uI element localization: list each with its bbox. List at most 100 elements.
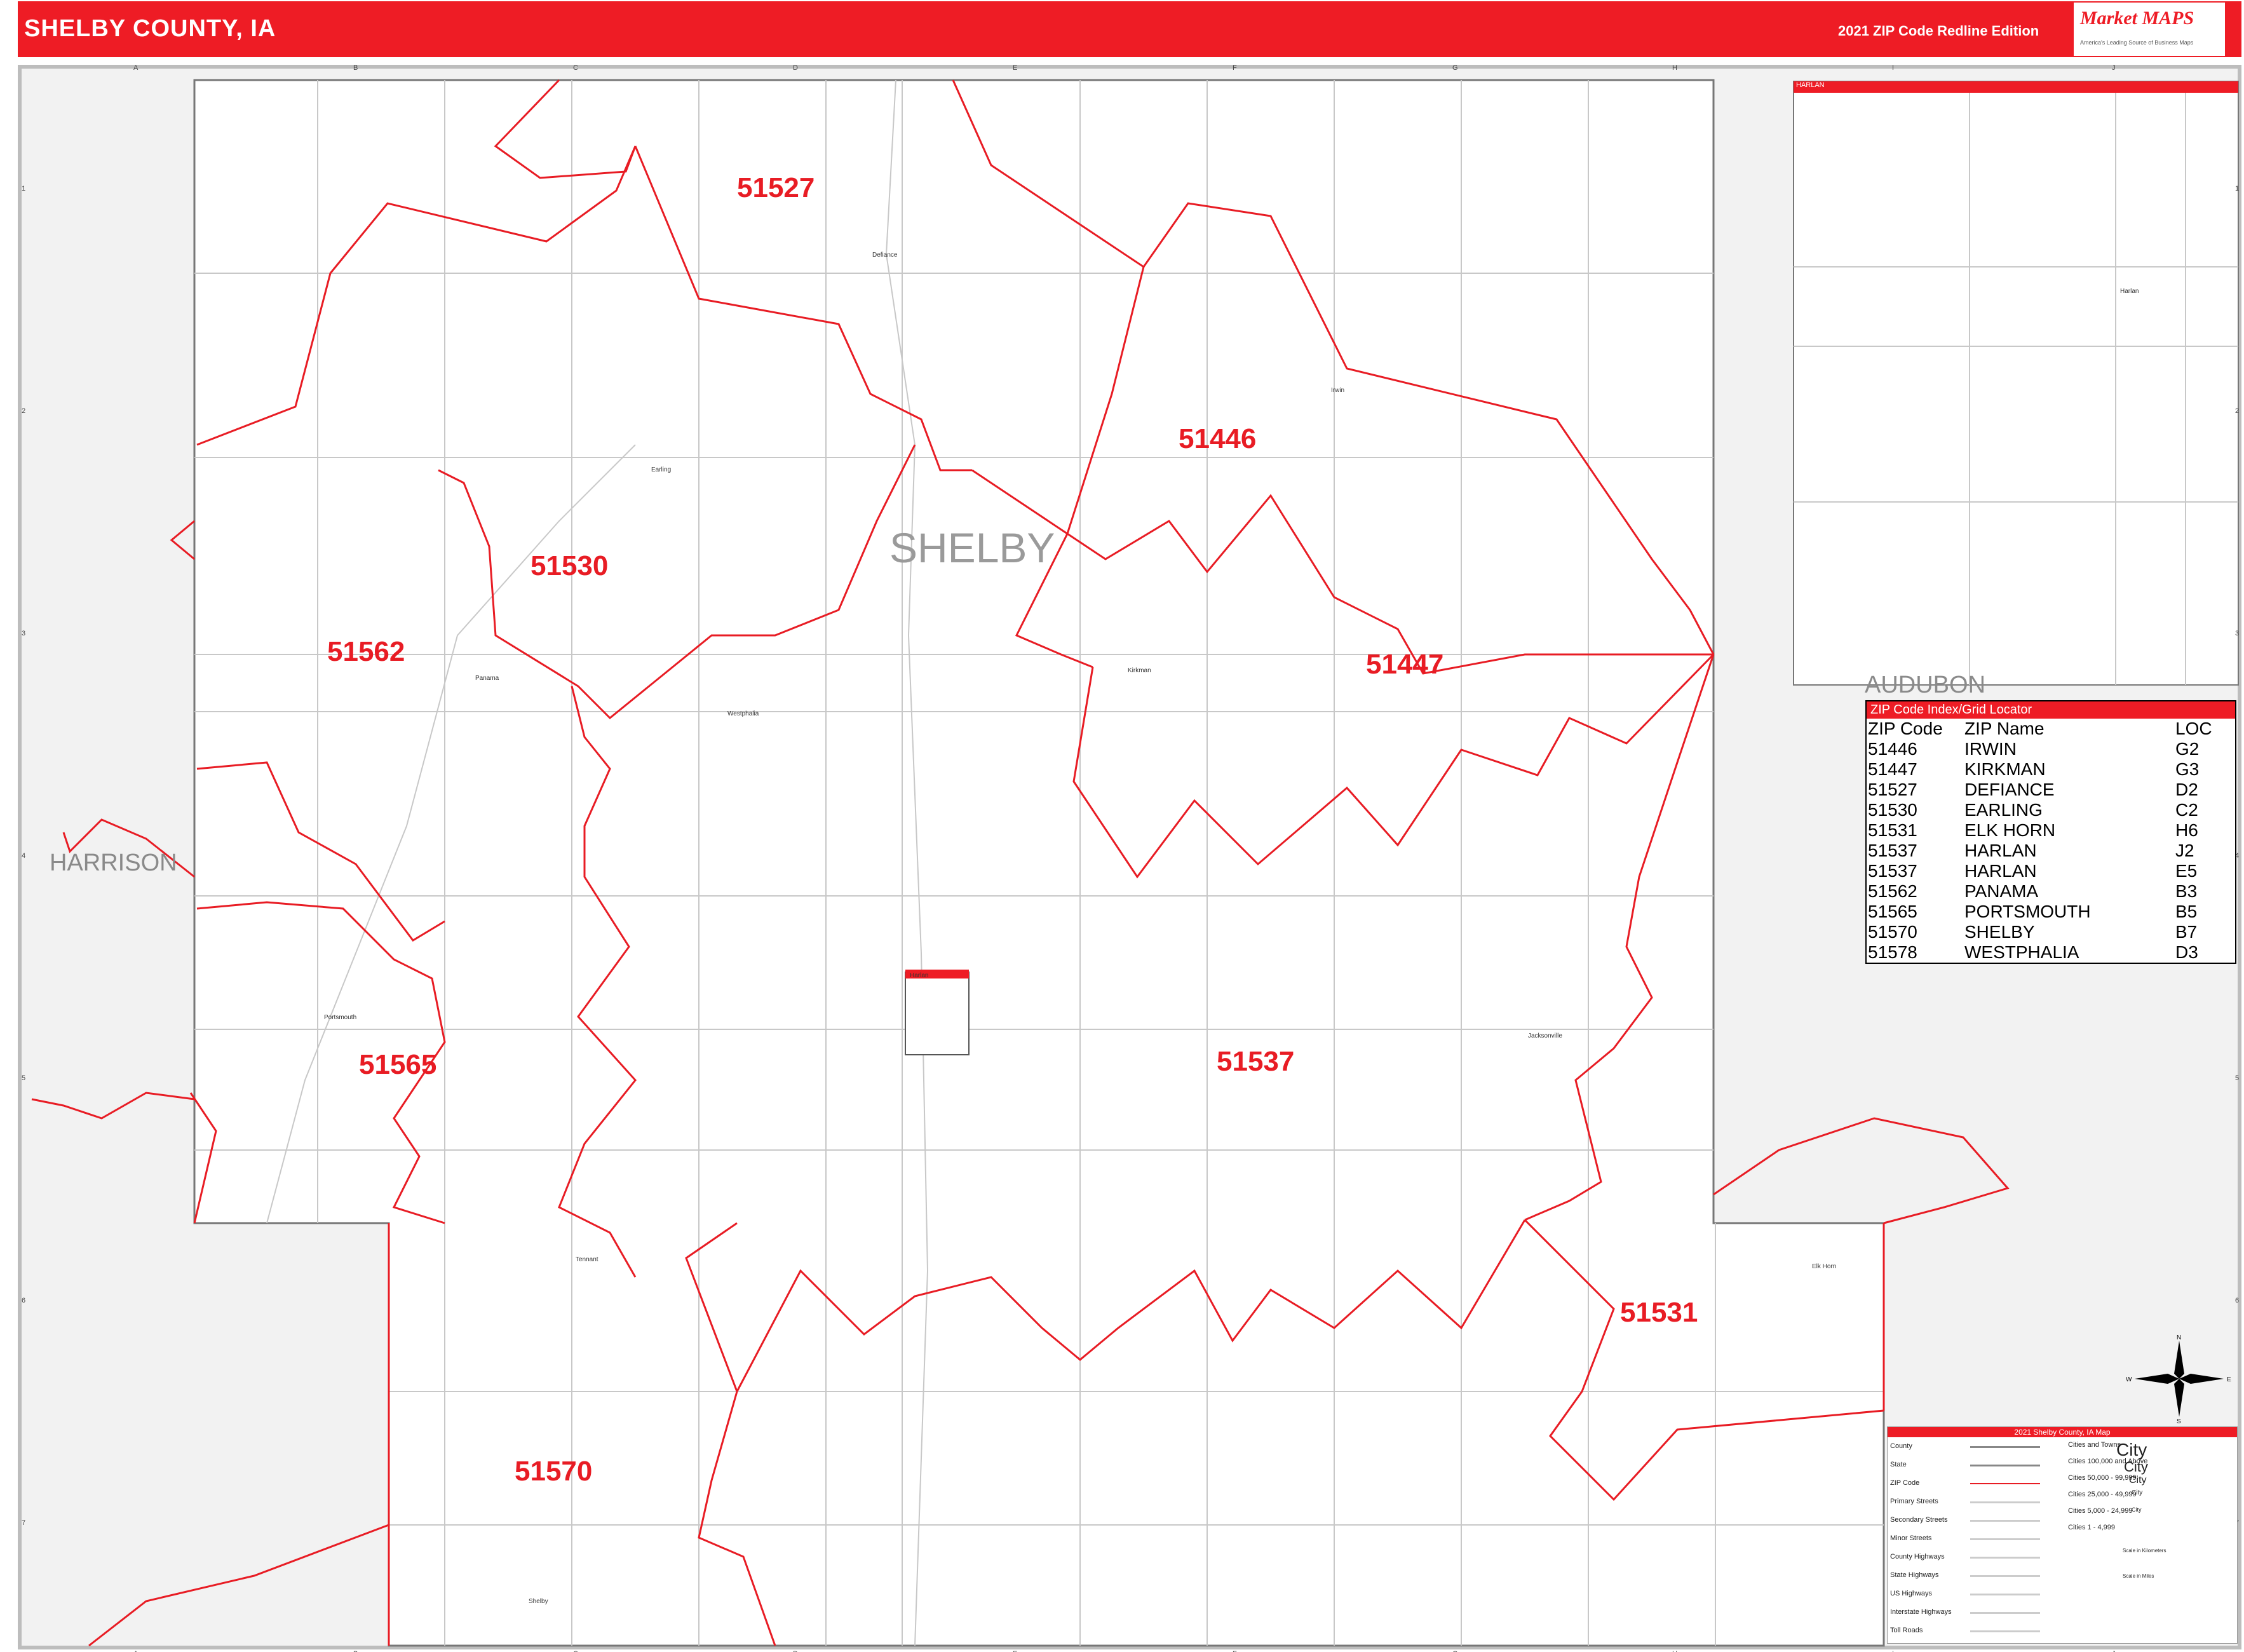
city-sample: City	[2132, 1489, 2143, 1496]
header-loc: LOC	[2175, 719, 2212, 738]
zip-index-row[interactable]: 51527 DEFIANCE D2	[1867, 780, 2235, 800]
neighbor-east-label: AUDUBON	[1865, 672, 1985, 698]
zip-label[interactable]: 51530	[531, 550, 608, 581]
legend-city-class: Cities and Towns	[2068, 1441, 2121, 1449]
harlan-city-box[interactable]	[905, 972, 970, 1055]
zip-name-cell: KIRKMAN	[1964, 759, 2046, 779]
legend-city-class: Cities 25,000 - 49,999	[2068, 1491, 2137, 1498]
legend-item: Secondary Streets	[1890, 1516, 1948, 1524]
grid-column-label: F	[1233, 64, 1237, 72]
grid-row-label: 6	[2235, 1297, 2239, 1304]
city-sample: City	[2129, 1475, 2147, 1486]
loc-cell: B5	[2175, 902, 2198, 921]
town-label: Kirkman	[1128, 667, 1151, 674]
loc-cell: J2	[2175, 841, 2194, 860]
zip-index-title: ZIP Code Index/Grid Locator	[1867, 701, 2235, 719]
zip-index-header: ZIP Code ZIP Name LOC	[1867, 719, 2235, 739]
town-label: Defiance	[872, 252, 898, 259]
grid-column-label: H	[1672, 64, 1677, 72]
zip-index-row[interactable]: 51537 HARLAN E5	[1867, 861, 2235, 881]
grid-row-label: 2	[2235, 407, 2239, 415]
compass-s: S	[2177, 1418, 2181, 1423]
legend-swatch	[1970, 1483, 2040, 1484]
zip-name-cell: SHELBY	[1964, 922, 2035, 942]
town-label: Earling	[651, 466, 671, 473]
compass-w: W	[2126, 1376, 2132, 1383]
grid-row-label: 1	[22, 185, 25, 193]
legend-item: Primary Streets	[1890, 1498, 1938, 1505]
zip-label[interactable]: 51562	[327, 636, 405, 667]
grid-row-label: 3	[22, 630, 25, 637]
shelby-county-area	[193, 79, 1885, 1647]
legend-swatch	[1970, 1538, 2040, 1540]
legend-swatch	[1970, 1557, 2040, 1559]
header-zip: ZIP Code	[1868, 719, 1943, 738]
legend-swatch	[1970, 1446, 2040, 1448]
city-sample-large: City	[2116, 1440, 2147, 1459]
loc-cell: D3	[2175, 942, 2198, 962]
loc-cell: B3	[2175, 881, 2198, 901]
grid-column-label: E	[1013, 64, 1017, 72]
zip-label[interactable]: 51537	[1217, 1046, 1294, 1077]
zip-code-cell: 51531	[1868, 820, 1917, 840]
compass-n: N	[2177, 1334, 2181, 1341]
legend-city-class: Cities 1 - 4,999	[2068, 1524, 2115, 1531]
zip-code-cell: 51562	[1868, 881, 1917, 901]
zip-code-cell: 51446	[1868, 739, 1917, 759]
harlan-inset-map[interactable]	[1793, 81, 2239, 686]
grid-column-label: D	[793, 64, 798, 72]
inset-title: HARLAN	[1796, 81, 1825, 89]
legend-item: ZIP Code	[1890, 1479, 1920, 1487]
zip-name-cell: WESTPHALIA	[1964, 942, 2079, 962]
legend-city-class: Cities 5,000 - 24,999	[2068, 1507, 2133, 1515]
zip-code-cell: 51537	[1868, 841, 1917, 860]
grid-row-label: 2	[22, 407, 25, 415]
zip-index-row[interactable]: 51537 HARLAN J2	[1867, 841, 2235, 861]
grid-column-label: G	[1452, 64, 1458, 72]
legend-item: County	[1890, 1442, 1912, 1450]
town-label: Shelby	[529, 1598, 548, 1605]
zip-code-cell: 51447	[1868, 759, 1917, 779]
loc-cell: B7	[2175, 922, 2198, 942]
zip-index-row[interactable]: 51565 PORTSMOUTH B5	[1867, 902, 2235, 922]
zip-index-row[interactable]: 51530 EARLING C2	[1867, 800, 2235, 820]
inset-title-bar: HARLAN	[1794, 81, 2238, 93]
loc-cell: E5	[2175, 861, 2198, 881]
town-label: Elk Horn	[1812, 1263, 1836, 1270]
zip-index-row[interactable]: 51446 IRWIN G2	[1867, 739, 2235, 759]
grid-row-label: 3	[2235, 630, 2239, 637]
grid-row-label: 7	[22, 1519, 25, 1527]
zip-label[interactable]: 51570	[515, 1456, 592, 1487]
town-label: Westphalia	[727, 710, 759, 717]
zip-index-row[interactable]: 51578 WESTPHALIA D3	[1867, 942, 2235, 963]
legend-item: US Highways	[1890, 1590, 1933, 1597]
zip-name-cell: PORTSMOUTH	[1964, 902, 2091, 921]
loc-cell: G2	[2175, 739, 2200, 759]
town-label: Panama	[475, 675, 499, 682]
zip-label[interactable]: 51527	[737, 172, 814, 203]
zip-label[interactable]: 51531	[1620, 1297, 1698, 1328]
zip-index-row[interactable]: 51570 SHELBY B7	[1867, 922, 2235, 942]
legend-swatch	[1970, 1465, 2040, 1466]
zip-index-row[interactable]: 51562 PANAMA B3	[1867, 881, 2235, 902]
town-label: Harlan	[910, 972, 928, 979]
city-sample: City	[2124, 1459, 2148, 1475]
legend-item: Interstate Highways	[1890, 1608, 1952, 1616]
legend-swatch	[1970, 1594, 2040, 1595]
county-label: SHELBY	[889, 524, 1055, 571]
legend-item: State	[1890, 1461, 1907, 1468]
zip-index-row[interactable]: 51447 KIRKMAN G3	[1867, 759, 2235, 780]
zip-label[interactable]: 51447	[1366, 649, 1443, 680]
legend-item: State Highways	[1890, 1571, 1939, 1579]
legend-item: Minor Streets	[1890, 1534, 1932, 1542]
grid-column-label: J	[2112, 64, 2116, 72]
zip-code-cell: 51565	[1868, 902, 1917, 921]
zip-name-cell: PANAMA	[1964, 881, 2039, 901]
loc-cell: H6	[2175, 820, 2198, 840]
grid-column-label: C	[573, 64, 578, 72]
map-legend: 2021 Shelby County, IA Map County State ZI…	[1887, 1426, 2238, 1644]
zip-label[interactable]: 51446	[1179, 423, 1256, 454]
zip-label[interactable]: 51565	[359, 1049, 436, 1080]
zip-index-row[interactable]: 51531 ELK HORN H6	[1867, 820, 2235, 841]
zip-code-cell: 51570	[1868, 922, 1917, 942]
